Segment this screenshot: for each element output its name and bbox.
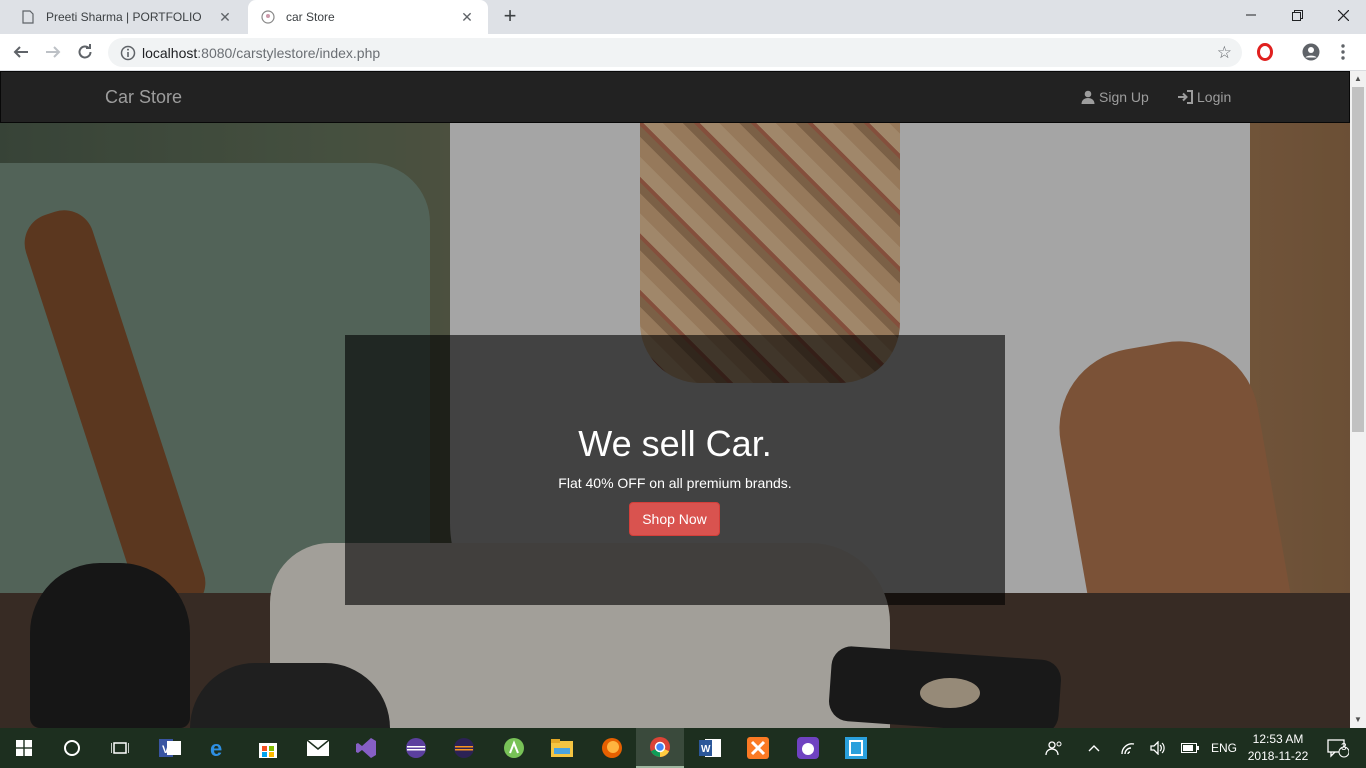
site-brand[interactable]: Car Store [105, 87, 182, 108]
volume-icon[interactable] [1146, 728, 1170, 768]
user-icon [1081, 90, 1095, 104]
signup-label: Sign Up [1099, 89, 1149, 105]
menu-kebab-icon[interactable] [1330, 39, 1356, 65]
reload-icon[interactable] [72, 39, 98, 65]
svg-text:W: W [701, 744, 711, 755]
address-bar[interactable]: localhost:8080/carstylestore/index.php ☆ [108, 38, 1242, 67]
page-icon [20, 9, 36, 25]
site-navbar: Car Store Sign Up Login [0, 71, 1350, 123]
firefox-icon[interactable] [588, 728, 636, 768]
scroll-up-icon[interactable]: ▲ [1350, 71, 1366, 87]
tab-title: Preeti Sharma | PORTFOLIO [46, 10, 202, 24]
minimize-icon[interactable] [1228, 0, 1274, 30]
taskbar-clock[interactable]: 12:53 AM 2018-11-22 [1240, 731, 1316, 765]
language-indicator[interactable]: ENG [1206, 728, 1242, 768]
hero-subtitle: Flat 40% OFF on all premium brands. [558, 475, 792, 491]
back-arrow-icon[interactable] [8, 39, 34, 65]
restore-icon[interactable] [1274, 0, 1320, 30]
word-icon[interactable]: W [686, 728, 734, 768]
edge-icon[interactable]: e [196, 728, 244, 768]
xampp-icon[interactable] [734, 728, 782, 768]
svg-text:V: V [162, 744, 170, 756]
wifi-icon[interactable] [1116, 728, 1140, 768]
notifications-icon[interactable]: 3 [1318, 728, 1358, 768]
signup-link[interactable]: Sign Up [1081, 89, 1149, 105]
browser-tabstrip: Preeti Sharma | PORTFOLIO ✕ car Store ✕ … [0, 0, 1366, 34]
close-window-icon[interactable] [1320, 0, 1366, 30]
shop-now-button[interactable]: Shop Now [629, 502, 720, 536]
github-desktop-icon[interactable] [784, 728, 832, 768]
eclipse-ide-icon[interactable] [440, 728, 488, 768]
people-icon[interactable] [1040, 728, 1068, 768]
search-icon[interactable] [48, 728, 96, 768]
task-view-icon[interactable] [96, 728, 144, 768]
bookmark-star-icon[interactable]: ☆ [1217, 43, 1232, 63]
visual-studio-icon[interactable] [342, 728, 390, 768]
profile-icon[interactable] [1298, 39, 1324, 65]
url-path: :8080/carstylestore/index.php [197, 44, 381, 61]
close-icon[interactable]: ✕ [216, 8, 234, 26]
login-label: Login [1197, 89, 1232, 105]
login-icon [1178, 90, 1193, 104]
new-tab-button[interactable]: + [498, 5, 522, 29]
page-viewport: Car Store Sign Up Login We sell Car. Fla… [0, 71, 1350, 728]
windows-start-icon[interactable] [0, 728, 48, 768]
forward-arrow-icon[interactable] [40, 39, 66, 65]
hero-box: We sell Car. Flat 40% OFF on all premium… [345, 335, 1005, 605]
tab-portfolio[interactable]: Preeti Sharma | PORTFOLIO ✕ [8, 0, 246, 34]
android-studio-icon[interactable] [490, 728, 538, 768]
visio-icon[interactable]: V [146, 728, 194, 768]
chrome-icon[interactable] [636, 728, 684, 768]
close-icon[interactable]: ✕ [458, 8, 476, 26]
info-icon[interactable] [120, 45, 136, 61]
tab-title: car Store [286, 10, 335, 24]
file-explorer-icon[interactable] [538, 728, 586, 768]
windows-taskbar: V e W ENG 12:53 AM 2018-11-22 3 [0, 728, 1366, 768]
app-bracket-icon[interactable] [832, 728, 880, 768]
scrollbar-thumb[interactable] [1352, 87, 1364, 432]
browser-toolbar: localhost:8080/carstylestore/index.php ☆ [0, 34, 1366, 71]
url-host: localhost [142, 44, 198, 61]
chevron-up-icon[interactable] [1082, 728, 1106, 768]
eclipse-icon[interactable] [392, 728, 440, 768]
notification-count: 3 [1341, 742, 1347, 753]
scroll-down-icon[interactable]: ▼ [1350, 712, 1366, 728]
battery-icon[interactable] [1178, 728, 1202, 768]
tab-car-store[interactable]: car Store ✕ [248, 0, 488, 34]
hero-title: We sell Car. [578, 423, 772, 464]
clock-time: 12:53 AM [1252, 732, 1304, 746]
login-link[interactable]: Login [1178, 89, 1231, 105]
store-icon[interactable] [244, 728, 292, 768]
clock-date: 2018-11-22 [1247, 749, 1309, 763]
page-scrollbar[interactable]: ▲ ▼ [1350, 71, 1366, 728]
opera-extension-icon[interactable] [1252, 39, 1278, 65]
svg-text:e: e [210, 737, 222, 759]
favicon-icon [260, 9, 276, 25]
mail-icon[interactable] [294, 728, 342, 768]
